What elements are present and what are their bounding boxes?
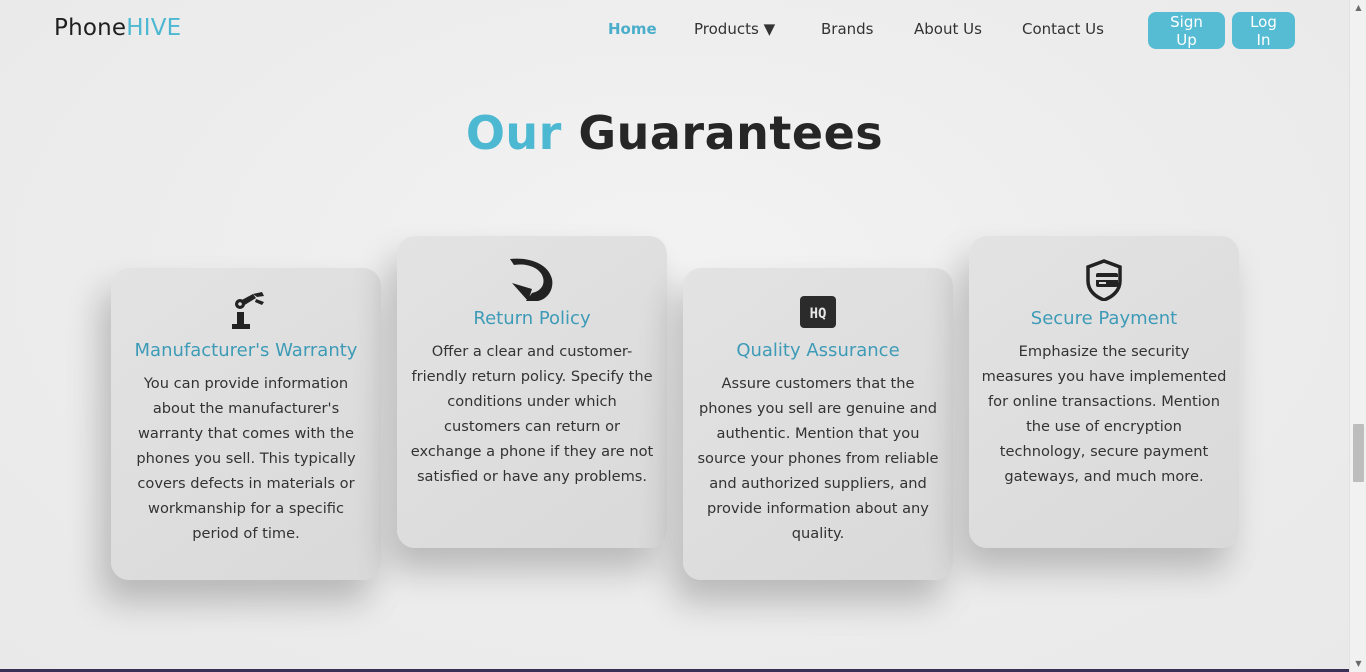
guarantee-card-warranty: Manufacturer's Warranty You can provide …	[111, 268, 381, 580]
section-title: Our Guarantees	[0, 106, 1349, 160]
sign-up-button[interactable]: Sign Up	[1148, 12, 1225, 49]
card-text: You can provide information about the ma…	[136, 375, 356, 542]
scroll-up-arrow-icon[interactable]: ▲	[1350, 0, 1366, 16]
navbar: PhoneHIVE Home Products ▼ Brands About U…	[0, 0, 1349, 62]
section-title-rest: Guarantees	[578, 106, 884, 160]
hq-badge-icon: HQ	[695, 290, 941, 334]
nav-link-brands[interactable]: Brands	[821, 20, 874, 38]
log-in-button[interactable]: Log In	[1232, 12, 1295, 49]
return-arrow-icon	[409, 258, 655, 302]
nav-link-about[interactable]: About Us	[914, 20, 982, 38]
vertical-scrollbar[interactable]: ▲ ▼	[1349, 0, 1366, 672]
brand-logo[interactable]: PhoneHIVE	[54, 15, 181, 41]
page: PhoneHIVE Home Products ▼ Brands About U…	[0, 0, 1349, 672]
card-text: Offer a clear and customer-friendly retu…	[410, 343, 654, 485]
scroll-down-arrow-icon[interactable]: ▼	[1350, 656, 1366, 672]
card-title: Secure Payment	[1030, 308, 1178, 329]
card-text: Assure customers that the phones you sel…	[697, 375, 939, 542]
brand-logo-part1: Phone	[54, 15, 127, 41]
guarantee-card-payment: Secure Payment Emphasize the security me…	[969, 236, 1239, 548]
card-title: Return Policy	[473, 308, 591, 329]
card-text: Emphasize the security measures you have…	[981, 343, 1227, 485]
brand-logo-part2: HIVE	[126, 15, 182, 41]
robot-arm-icon	[123, 290, 369, 334]
nav-link-products[interactable]: Products ▼	[694, 20, 775, 38]
scrollbar-thumb[interactable]	[1353, 424, 1364, 482]
secure-card-shield-icon	[981, 258, 1227, 302]
hq-badge-label: HQ	[810, 306, 827, 322]
guarantee-card-return: Return Policy Offer a clear and customer…	[397, 236, 667, 548]
chevron-down-icon: ▼	[763, 20, 776, 38]
guarantee-card-quality: HQ Quality Assurance Assure customers th…	[683, 268, 953, 580]
card-title: Manufacturer's Warranty	[134, 340, 358, 361]
nav-link-contact[interactable]: Contact Us	[1022, 20, 1104, 38]
nav-link-home[interactable]: Home	[608, 20, 657, 38]
nav-link-products-label: Products	[694, 20, 759, 38]
section-title-accent: Our	[465, 106, 562, 160]
card-title: Quality Assurance	[736, 340, 900, 361]
